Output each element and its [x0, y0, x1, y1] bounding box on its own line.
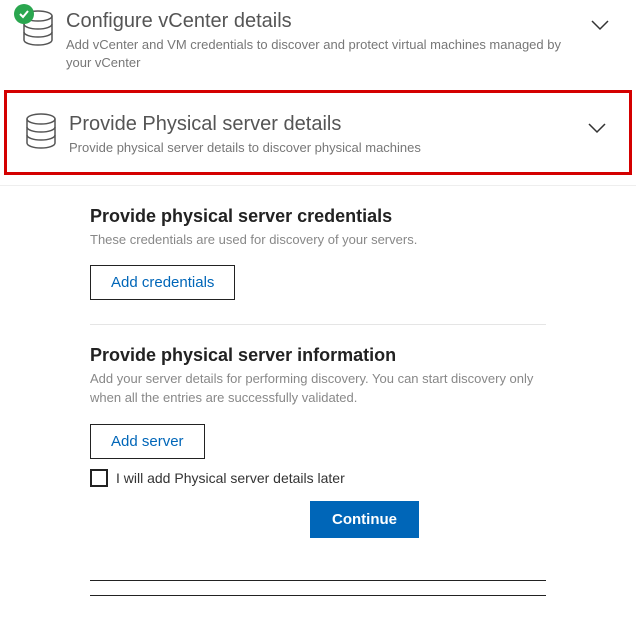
divider [90, 595, 546, 596]
chevron-down-icon[interactable] [582, 8, 618, 36]
section-vcenter[interactable]: Configure vCenter details Add vCenter an… [0, 0, 636, 84]
credentials-title: Provide physical server credentials [90, 206, 546, 227]
physical-detail-body: Provide physical server credentials Thes… [0, 185, 636, 547]
check-icon [14, 4, 34, 24]
section-title: Provide Physical server details [69, 111, 579, 137]
section-desc: Add vCenter and VM credentials to discov… [66, 36, 582, 72]
credentials-desc: These credentials are used for discovery… [90, 231, 546, 250]
later-checkbox[interactable] [90, 469, 108, 487]
add-server-button[interactable]: Add server [90, 424, 205, 459]
add-credentials-button[interactable]: Add credentials [90, 265, 235, 300]
chevron-down-icon[interactable] [579, 111, 615, 139]
credentials-block: Provide physical server credentials Thes… [90, 206, 546, 301]
bottom-section-dividers [0, 546, 636, 596]
section-title: Configure vCenter details [66, 8, 582, 34]
section-desc: Provide physical server details to disco… [69, 139, 579, 157]
divider [90, 580, 546, 581]
highlighted-section: Provide Physical server details Provide … [4, 90, 632, 174]
database-icon-completed [18, 8, 66, 48]
database-icon [21, 111, 69, 151]
info-desc: Add your server details for performing d… [90, 370, 546, 408]
info-title: Provide physical server information [90, 345, 546, 366]
later-checkbox-label: I will add Physical server details later [116, 470, 345, 486]
divider [90, 324, 546, 325]
section-physical[interactable]: Provide Physical server details Provide … [7, 93, 629, 171]
continue-button[interactable]: Continue [310, 501, 419, 538]
info-block: Provide physical server information Add … [90, 345, 546, 459]
